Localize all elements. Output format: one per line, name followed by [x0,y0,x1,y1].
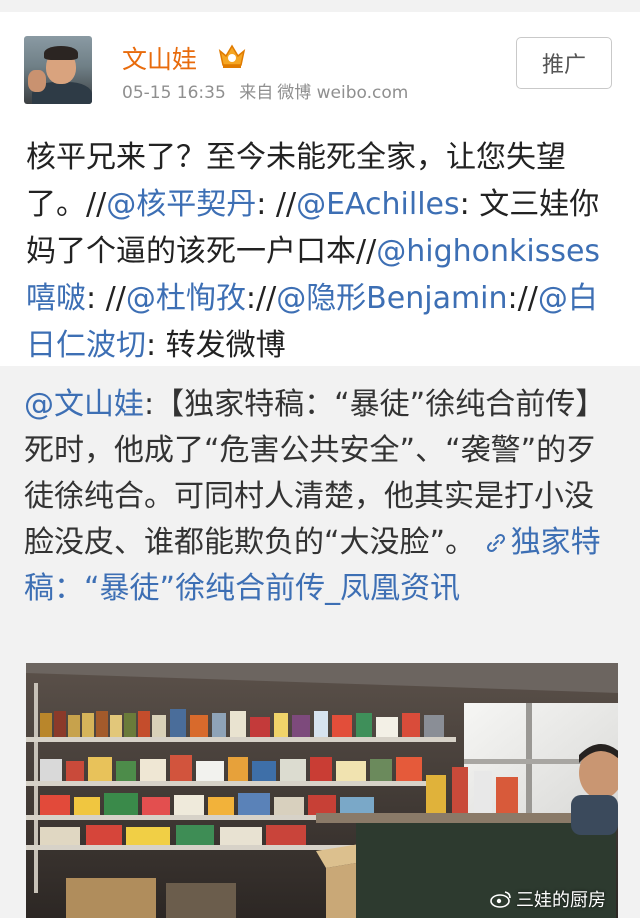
mention-link[interactable]: @隐形Benjamin [276,281,507,316]
watermark-text: 三娃的厨房 [516,890,606,911]
post-source: 微博 weibo.com [277,83,409,103]
mention-link[interactable]: @EAchilles [296,187,460,222]
repost-body: @文山娃:【独家特稿：“暴徒”徐纯合前传】死时，他成了“危害公共安全”、“袭警”… [24,382,616,612]
link-chain-icon [486,533,505,553]
weibo-logo-icon [490,891,511,908]
repost-colon: : [144,387,155,422]
post-timestamp: 05-15 16:35 [122,83,226,103]
post-image-shop-interior[interactable]: 三娃的厨房 [26,663,618,918]
promote-button[interactable]: 推广 [516,37,612,89]
post-body: 核平兄来了？至今未能死全家，让您失望了。//@核平契丹: //@EAchille… [26,134,618,369]
weibo-watermark: 三娃的厨房 [490,886,606,912]
reposted-content[interactable]: @文山娃:【独家特稿：“暴徒”徐纯合前传】死时，他成了“危害公共安全”、“袭警”… [0,366,640,918]
author-name[interactable]: 文山娃 [122,40,197,76]
post-text-segment: : // [86,281,126,316]
repost-author-mention[interactable]: @文山娃 [24,387,144,422]
mention-link[interactable]: @核平契丹 [106,187,256,222]
post-meta: 05-15 16:35 来自 微博 weibo.com [122,78,416,103]
mention-link[interactable]: @杜恂孜 [126,281,246,316]
post-text-segment: : 转发微博 [146,328,286,363]
shop-interior-image [26,663,618,918]
crown-vip-icon [218,44,246,68]
source-prefix: 来自 [239,83,274,103]
avatar[interactable] [24,36,92,104]
post-text-segment: :// [507,281,538,316]
post-text-segment: :// [245,281,277,316]
weibo-post: 文山娃 05-15 16:35 来自 微博 weibo.com 推广 核平兄来了？… [0,12,640,366]
top-divider [0,0,640,12]
post-text-segment: : // [256,187,297,222]
